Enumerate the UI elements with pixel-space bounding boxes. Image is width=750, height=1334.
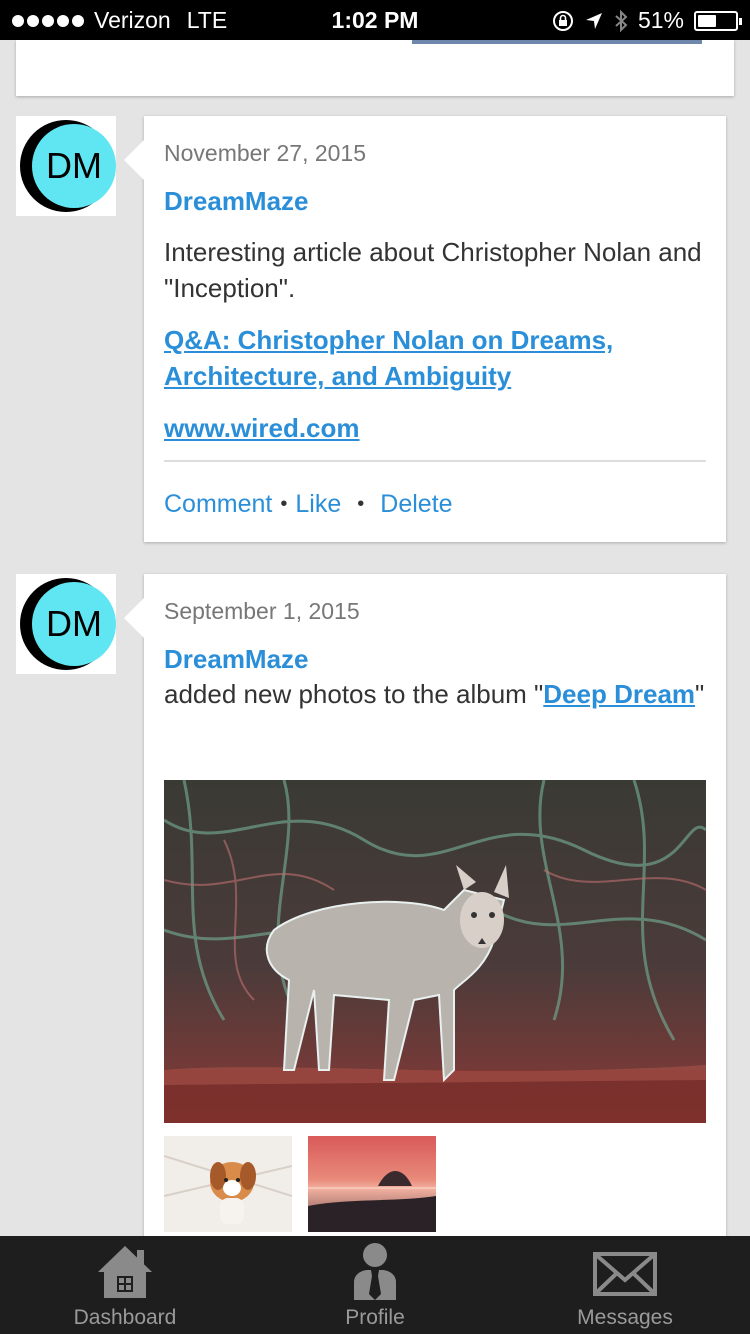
svg-text:DM: DM: [46, 145, 102, 186]
post-date: September 1, 2015: [164, 598, 360, 624]
post-avatar[interactable]: DM: [16, 574, 116, 674]
tab-label: Messages: [577, 1306, 673, 1329]
article-domain-link[interactable]: www.wired.com: [164, 410, 706, 446]
house-icon: [98, 1246, 152, 1298]
album-photo-main[interactable]: [164, 780, 706, 1123]
status-bar: Verizon LTE 1:02 PM 51%: [0, 0, 750, 40]
dog-photo-image: [164, 1136, 292, 1232]
battery-icon: [694, 10, 742, 31]
tab-messages[interactable]: Messages: [500, 1236, 750, 1334]
album-photo-thumbnail[interactable]: [308, 1136, 436, 1232]
rotation-lock-icon: [552, 10, 573, 31]
post-avatar[interactable]: DM: [16, 116, 116, 216]
divider: [164, 460, 706, 462]
battery-percent: 51%: [637, 7, 684, 33]
person-icon: [354, 1243, 396, 1300]
tab-dashboard[interactable]: Dashboard: [0, 1236, 250, 1334]
dreammaze-logo-icon: DM: [20, 578, 116, 670]
post-actions: Comment • Like • Delete: [164, 490, 453, 519]
post-author[interactable]: DreamMaze: [164, 644, 309, 675]
album-photo-thumbnail[interactable]: [164, 1136, 292, 1232]
post-card: November 27, 2015 DreamMaze Interesting …: [124, 116, 726, 542]
post-date: November 27, 2015: [164, 140, 367, 166]
separator-dot: •: [357, 493, 365, 515]
post-text: Interesting article about Christopher No…: [164, 237, 702, 303]
location-arrow-icon: [585, 12, 602, 29]
svg-text:DM: DM: [46, 603, 102, 644]
post-text-prefix: added new photos to the album ": [164, 679, 544, 709]
envelope-icon: [593, 1252, 657, 1296]
previous-post-image-edge: [412, 40, 702, 44]
tab-profile[interactable]: Profile: [250, 1236, 500, 1334]
tab-label: Dashboard: [73, 1306, 177, 1329]
comment-button[interactable]: Comment: [164, 490, 272, 519]
post-card: September 1, 2015 DreamMaze added new ph…: [124, 574, 726, 1274]
post-author[interactable]: DreamMaze: [164, 186, 309, 217]
bottom-tab-bar: Dashboard Profile Messages: [0, 1236, 750, 1334]
delete-button[interactable]: Delete: [380, 490, 452, 519]
separator-dot: •: [280, 493, 288, 515]
previous-post-card: [16, 40, 734, 96]
article-link[interactable]: Q&A: Christopher Nolan on Dreams, Archit…: [164, 322, 706, 394]
tab-label: Profile: [345, 1306, 405, 1329]
dreammaze-logo-icon: DM: [20, 120, 116, 212]
deep-dream-coyote-image: [164, 780, 706, 1123]
like-button[interactable]: Like: [295, 490, 341, 519]
post-text: added new photos to the album "Deep Drea…: [164, 676, 706, 712]
sunset-photo-image: [308, 1136, 436, 1232]
album-link[interactable]: Deep Dream: [543, 679, 695, 709]
post-text-suffix: ": [695, 679, 705, 709]
bluetooth-icon: [615, 9, 628, 32]
